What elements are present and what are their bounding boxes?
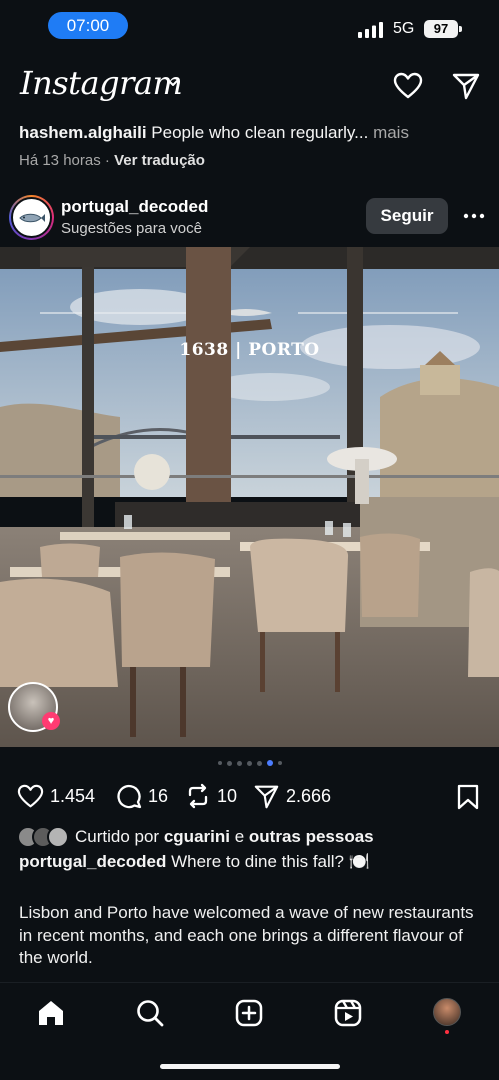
chevron-down-icon[interactable]: [166, 78, 180, 88]
carousel-dot: [226, 760, 232, 766]
reposts-count: 10: [217, 785, 238, 806]
previous-post-text: People who clean regularly...: [151, 123, 369, 142]
carousel-indicator: [0, 760, 499, 766]
tagged-user-avatar[interactable]: ♥: [8, 682, 60, 732]
avatar: [47, 826, 69, 848]
repost-icon[interactable]: [185, 783, 211, 809]
post-username[interactable]: portugal_decoded: [61, 197, 208, 217]
carousel-dot: [256, 760, 262, 766]
heart-icon[interactable]: [17, 784, 44, 809]
previous-post-caption[interactable]: hashem.alghaili People who clean regular…: [19, 123, 489, 143]
liked-by-prefix: Curtido por: [75, 827, 160, 846]
repost-action[interactable]: 10: [185, 781, 237, 811]
create-icon[interactable]: [233, 997, 265, 1029]
liked-by-avatars: [17, 826, 69, 848]
comment-icon[interactable]: [116, 783, 142, 809]
liked-by-join: e: [234, 827, 245, 846]
liked-by-line[interactable]: Curtido por cguarini e outras pessoas: [17, 826, 374, 848]
battery-indicator: 97: [424, 20, 462, 38]
carousel-dot: [236, 760, 242, 766]
heart-badge-icon: ♥: [42, 712, 60, 730]
restaurant-photo: [0, 247, 499, 747]
status-bar: 07:00 5G 97: [0, 0, 499, 52]
status-time: 07:00: [48, 12, 128, 39]
sardine-logo-icon: [18, 213, 45, 222]
post-subtitle: Sugestões para você: [61, 220, 202, 237]
post-actions: 1.454 16 10 2.666: [0, 781, 499, 813]
carousel-dot: [246, 760, 252, 766]
send-icon[interactable]: [253, 784, 280, 809]
heart-icon[interactable]: [393, 72, 423, 100]
comments-count: 16: [148, 785, 169, 806]
more-link[interactable]: mais: [373, 123, 409, 142]
instagram-logo[interactable]: Instagram: [20, 64, 183, 102]
follow-button[interactable]: Seguir: [366, 198, 448, 234]
post-avatar[interactable]: [9, 195, 54, 240]
comment-action[interactable]: 16: [116, 781, 168, 811]
previous-post-time: Há 13 horas: [19, 152, 101, 169]
reels-icon[interactable]: [332, 997, 364, 1029]
profile-avatar[interactable]: [433, 998, 461, 1026]
shares-count: 2.666: [286, 785, 332, 806]
carousel-dot-active: [266, 760, 273, 766]
network-label: 5G: [393, 20, 415, 37]
carousel-dot: [277, 761, 282, 765]
bookmark-icon[interactable]: [456, 784, 480, 810]
home-icon[interactable]: [35, 997, 67, 1029]
like-action[interactable]: 1.454: [17, 781, 95, 811]
meta-separator: ·: [104, 152, 110, 169]
signal-icon: [358, 22, 383, 38]
previous-post-meta: Há 13 horas · Ver tradução: [19, 152, 205, 169]
post-header: portugal_decoded Sugestões para você Seg…: [0, 192, 499, 246]
more-options-icon[interactable]: [461, 206, 487, 226]
post-image[interactable]: [0, 247, 499, 747]
image-overlay-text: 1638 | PORTO: [179, 340, 320, 360]
send-icon[interactable]: [451, 72, 481, 100]
app-header: Instagram: [0, 60, 499, 112]
home-indicator: [160, 1064, 340, 1069]
share-action[interactable]: 2.666: [253, 781, 331, 811]
previous-post-username[interactable]: hashem.alghaili: [19, 123, 147, 142]
caption-line: portugal_decoded Where to dine this fall…: [19, 852, 370, 872]
likes-count: 1.454: [50, 785, 96, 806]
caption-username[interactable]: portugal_decoded: [19, 852, 166, 871]
caption-first-line: Where to dine this fall? 🍽️: [171, 852, 370, 871]
liked-by-user[interactable]: cguarini: [164, 827, 230, 846]
liked-by-others[interactable]: outras pessoas: [249, 827, 374, 846]
notification-dot: [445, 1030, 449, 1034]
caption-body: Lisbon and Porto have welcomed a wave of…: [19, 903, 474, 967]
translate-link[interactable]: Ver tradução: [114, 152, 205, 169]
search-icon[interactable]: [134, 997, 166, 1029]
carousel-dot: [217, 761, 222, 765]
